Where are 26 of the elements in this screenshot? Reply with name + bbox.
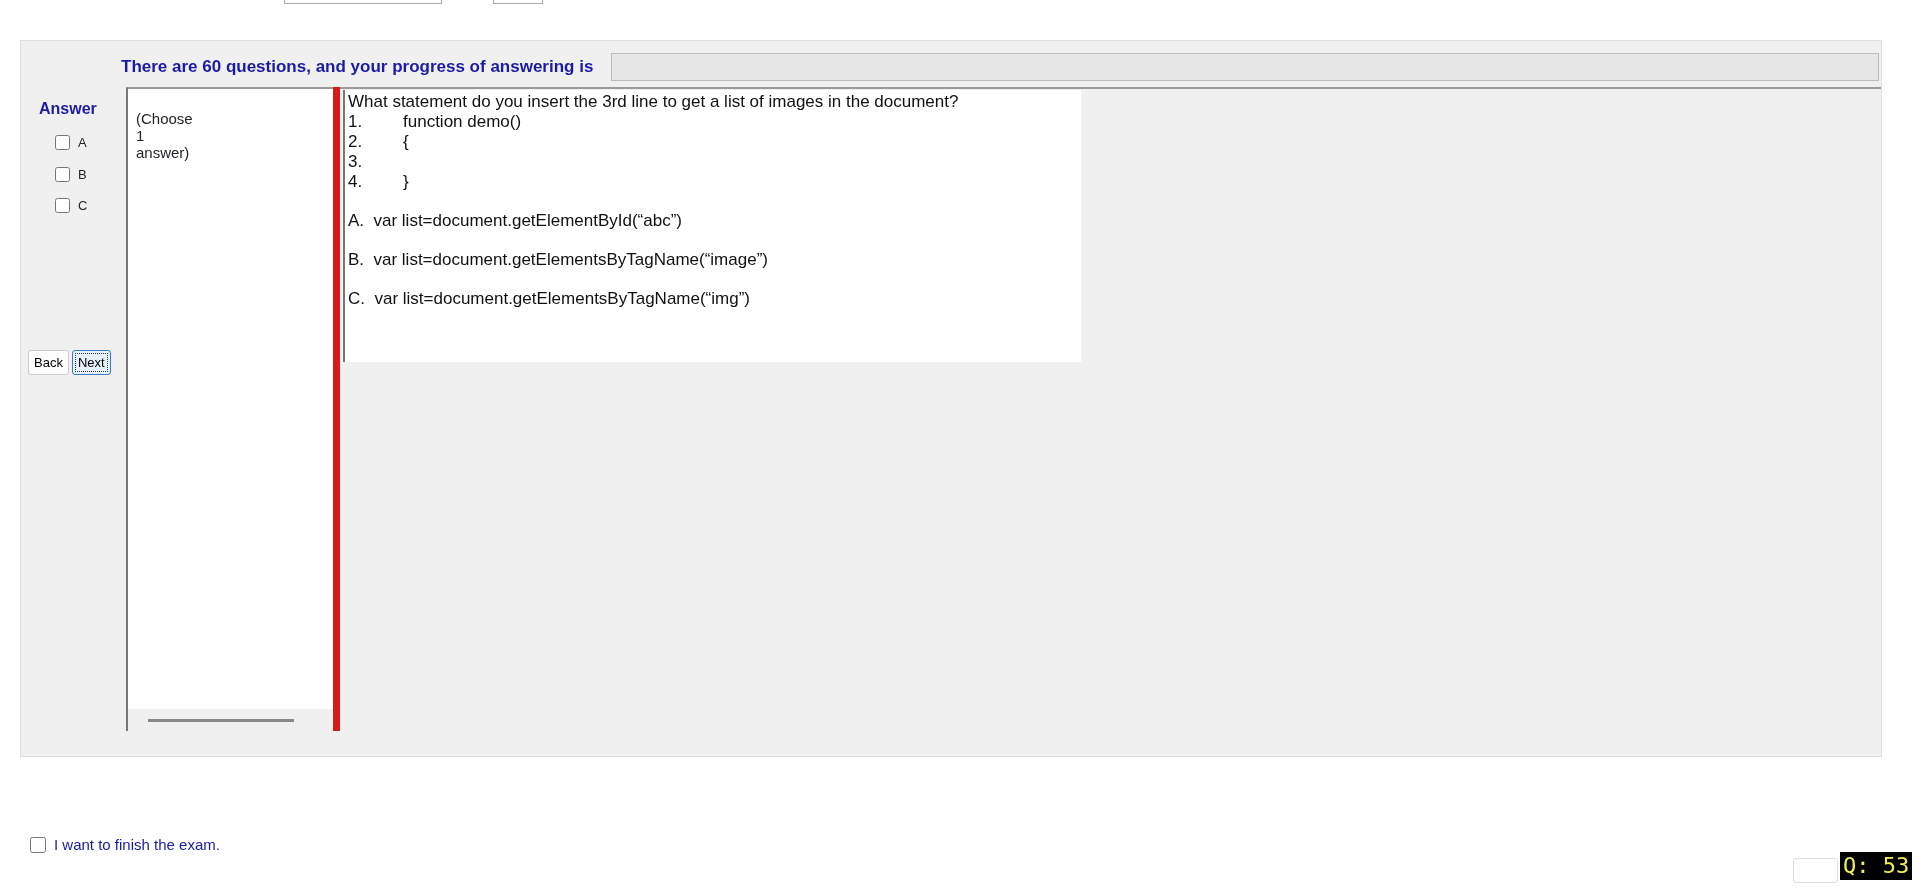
answer-choice: A. var list=document.getElementById(“abc”) (348, 211, 683, 232)
instruction-text: (Choose 1 answer) (135, 109, 194, 163)
next-button[interactable]: Next (71, 349, 111, 375)
question-counter: Q: 53 (1840, 852, 1913, 880)
answer-checkbox[interactable] (55, 166, 70, 182)
finish-checkbox[interactable] (30, 837, 46, 854)
answer-heading: Answer (39, 99, 98, 119)
code-line: } (403, 172, 409, 193)
line-number: 2. (348, 132, 364, 153)
line-number: 1. (348, 112, 364, 133)
answer-choice: C. var list=document.getElementsByTagName(“img”) (348, 289, 751, 310)
code-line: function demo() (403, 112, 522, 133)
line-number: 3. (348, 152, 364, 173)
code-line: { (403, 132, 409, 153)
back-button[interactable]: Back (28, 349, 69, 375)
question-text: What statement do you insert the 3rd line to get a list of images in the document? (348, 92, 960, 113)
answer-checkbox[interactable] (55, 135, 70, 151)
option-label: C (78, 197, 88, 215)
option-label: A (78, 134, 87, 152)
line-number: 4. (348, 172, 364, 193)
answer-choice: B. var list=document.getElementsByTagName(“image”) (348, 250, 769, 271)
horizontal-scrollbar[interactable] (128, 709, 333, 731)
finish-label: I want to finish the exam. (54, 835, 220, 855)
progress-label: There are 60 questions, and your progress of answering is (121, 56, 594, 79)
answer-checkbox[interactable] (55, 198, 70, 214)
option-label: B (78, 165, 87, 184)
